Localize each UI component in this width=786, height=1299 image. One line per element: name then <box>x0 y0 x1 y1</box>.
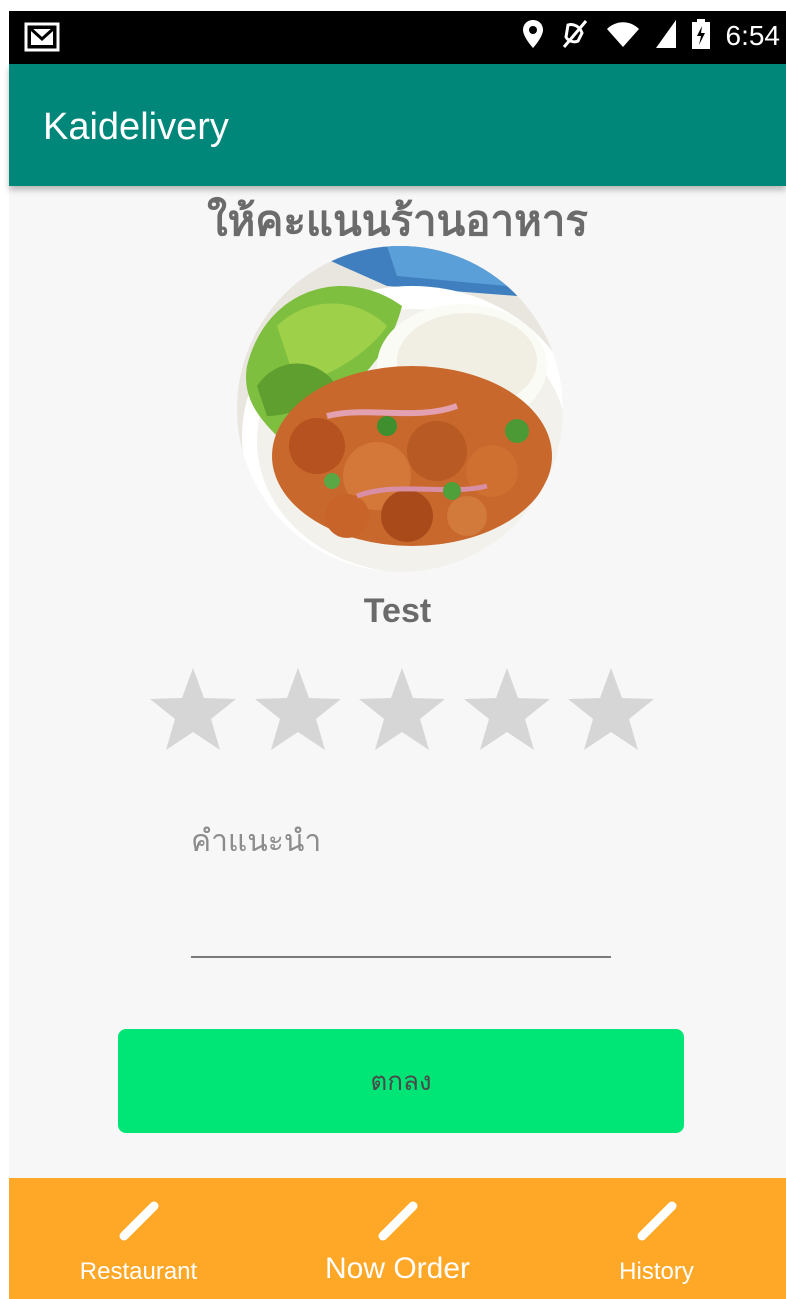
page-title: ให้คะแนนร้านอาหาร <box>207 196 588 245</box>
submit-button[interactable]: ตกลง <box>118 1029 684 1133</box>
status-bar: 6:54 <box>9 11 786 64</box>
clock-time: 6:54 <box>725 20 781 51</box>
mute-icon <box>560 19 590 53</box>
nav-label-restaurant: Restaurant <box>79 1258 198 1285</box>
pencil-icon <box>637 1201 676 1241</box>
star-icon-2[interactable] <box>252 664 344 756</box>
star-icon-4[interactable] <box>461 664 553 756</box>
nav-item-now-order[interactable]: Now Order <box>268 1178 527 1299</box>
restaurant-food-image <box>237 246 563 572</box>
star-rating-bar[interactable] <box>147 664 657 756</box>
app-title: Kaidelivery <box>43 106 229 148</box>
bottom-navigation: Restaurant Now Order History <box>9 1178 786 1299</box>
location-icon <box>522 19 544 53</box>
restaurant-name: Test <box>363 592 432 630</box>
nav-item-restaurant[interactable]: Restaurant <box>9 1178 268 1299</box>
comment-input[interactable]: คำแนะนำ <box>191 806 611 958</box>
gmail-icon <box>23 21 61 57</box>
signal-icon <box>655 20 676 52</box>
star-icon-5[interactable] <box>565 664 657 756</box>
battery-charging-icon <box>691 19 710 53</box>
star-icon-3[interactable] <box>356 664 448 756</box>
comment-placeholder: คำแนะนำ <box>191 824 322 859</box>
nav-item-history[interactable]: History <box>527 1178 786 1299</box>
rating-screen: ให้คะแนนร้านอาหาร Test คำแนะนำ ตกลง <box>9 186 786 1178</box>
wifi-icon <box>606 20 640 52</box>
nav-label-now-order: Now Order <box>324 1252 471 1285</box>
app-bar: Kaidelivery <box>9 64 786 186</box>
nav-label-history: History <box>619 1258 694 1285</box>
star-icon-1[interactable] <box>147 664 239 756</box>
pencil-icon <box>378 1201 417 1241</box>
pencil-icon <box>119 1201 158 1241</box>
